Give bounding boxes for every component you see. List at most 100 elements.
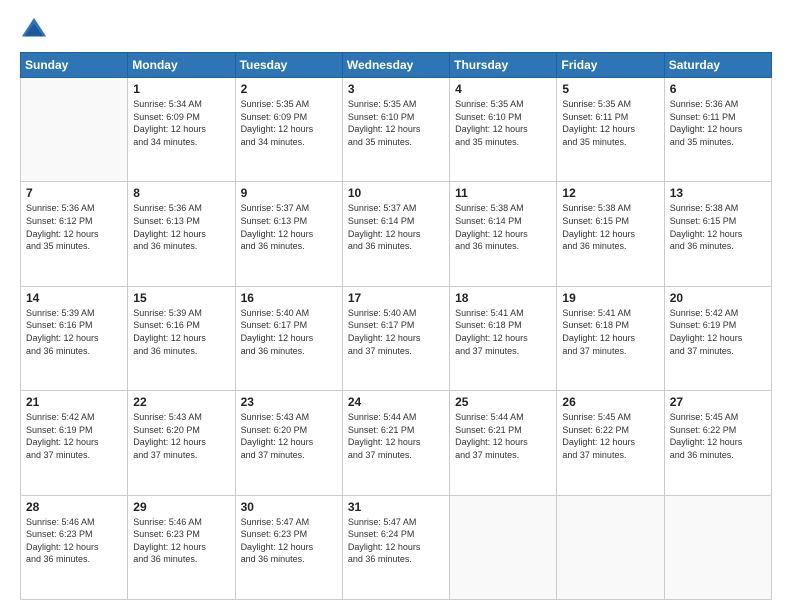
calendar-cell: 10 Sunrise: 5:37 AM Sunset: 6:14 PM Dayli…	[342, 182, 449, 286]
calendar-cell: 12 Sunrise: 5:38 AM Sunset: 6:15 PM Dayli…	[557, 182, 664, 286]
calendar-cell	[21, 78, 128, 182]
day-number: 20	[670, 291, 766, 305]
day-info: Sunrise: 5:38 AM Sunset: 6:15 PM Dayligh…	[562, 202, 658, 252]
calendar-cell: 9Sunrise: 5:37 AM Sunset: 6:13 PM Daylig…	[235, 182, 342, 286]
calendar-cell: 2Sunrise: 5:35 AM Sunset: 6:09 PM Daylig…	[235, 78, 342, 182]
calendar-cell: 7 Sunrise: 5:36 AM Sunset: 6:12 PM Daylig…	[21, 182, 128, 286]
day-info: Sunrise: 5:39 AM Sunset: 6:16 PM Dayligh…	[133, 307, 229, 357]
day-info: Sunrise: 5:46 AM Sunset: 6:23 PM Dayligh…	[26, 516, 122, 566]
day-number: 27	[670, 395, 766, 409]
calendar-cell	[557, 495, 664, 599]
day-number: 6	[670, 82, 766, 96]
weekday-header-row: SundayMondayTuesdayWednesdayThursdayFrid…	[21, 53, 772, 78]
calendar: SundayMondayTuesdayWednesdayThursdayFrid…	[20, 52, 772, 600]
day-info: Sunrise: 5:35 AM Sunset: 6:10 PM Dayligh…	[348, 98, 444, 148]
day-number: 4	[455, 82, 551, 96]
week-row-1: 1Sunrise: 5:34 AM Sunset: 6:09 PM Daylig…	[21, 78, 772, 182]
day-number: 9	[241, 186, 337, 200]
day-number: 12	[562, 186, 658, 200]
day-info: Sunrise: 5:42 AM Sunset: 6:19 PM Dayligh…	[26, 411, 122, 461]
calendar-cell: 24 Sunrise: 5:44 AM Sunset: 6:21 PM Dayli…	[342, 391, 449, 495]
calendar-cell: 8 Sunrise: 5:36 AM Sunset: 6:13 PM Daylig…	[128, 182, 235, 286]
day-number: 3	[348, 82, 444, 96]
day-info: Sunrise: 5:35 AM Sunset: 6:11 PM Dayligh…	[562, 98, 658, 148]
day-info: Sunrise: 5:47 AM Sunset: 6:24 PM Dayligh…	[348, 516, 444, 566]
day-info: Sunrise: 5:42 AM Sunset: 6:19 PM Dayligh…	[670, 307, 766, 357]
calendar-cell: 29 Sunrise: 5:46 AM Sunset: 6:23 PM Dayli…	[128, 495, 235, 599]
calendar-cell: 11 Sunrise: 5:38 AM Sunset: 6:14 PM Dayli…	[450, 182, 557, 286]
weekday-header-saturday: Saturday	[664, 53, 771, 78]
day-info: Sunrise: 5:36 AM Sunset: 6:11 PM Dayligh…	[670, 98, 766, 148]
weekday-header-wednesday: Wednesday	[342, 53, 449, 78]
day-number: 28	[26, 500, 122, 514]
day-number: 8	[133, 186, 229, 200]
calendar-cell: 14 Sunrise: 5:39 AM Sunset: 6:16 PM Dayli…	[21, 286, 128, 390]
calendar-cell: 15 Sunrise: 5:39 AM Sunset: 6:16 PM Dayli…	[128, 286, 235, 390]
day-number: 26	[562, 395, 658, 409]
day-number: 15	[133, 291, 229, 305]
day-info: Sunrise: 5:39 AM Sunset: 6:16 PM Dayligh…	[26, 307, 122, 357]
day-info: Sunrise: 5:43 AM Sunset: 6:20 PM Dayligh…	[241, 411, 337, 461]
day-info: Sunrise: 5:47 AM Sunset: 6:23 PM Dayligh…	[241, 516, 337, 566]
week-row-5: 28 Sunrise: 5:46 AM Sunset: 6:23 PM Dayli…	[21, 495, 772, 599]
day-info: Sunrise: 5:36 AM Sunset: 6:13 PM Dayligh…	[133, 202, 229, 252]
day-number: 18	[455, 291, 551, 305]
weekday-header-thursday: Thursday	[450, 53, 557, 78]
calendar-cell: 5 Sunrise: 5:35 AM Sunset: 6:11 PM Daylig…	[557, 78, 664, 182]
day-number: 22	[133, 395, 229, 409]
calendar-cell: 6 Sunrise: 5:36 AM Sunset: 6:11 PM Daylig…	[664, 78, 771, 182]
day-info: Sunrise: 5:40 AM Sunset: 6:17 PM Dayligh…	[241, 307, 337, 357]
calendar-cell: 1Sunrise: 5:34 AM Sunset: 6:09 PM Daylig…	[128, 78, 235, 182]
day-number: 25	[455, 395, 551, 409]
day-info: Sunrise: 5:41 AM Sunset: 6:18 PM Dayligh…	[455, 307, 551, 357]
day-info: Sunrise: 5:46 AM Sunset: 6:23 PM Dayligh…	[133, 516, 229, 566]
day-info: Sunrise: 5:45 AM Sunset: 6:22 PM Dayligh…	[670, 411, 766, 461]
calendar-cell: 30 Sunrise: 5:47 AM Sunset: 6:23 PM Dayli…	[235, 495, 342, 599]
day-info: Sunrise: 5:41 AM Sunset: 6:18 PM Dayligh…	[562, 307, 658, 357]
calendar-cell: 20 Sunrise: 5:42 AM Sunset: 6:19 PM Dayli…	[664, 286, 771, 390]
calendar-cell: 21Sunrise: 5:42 AM Sunset: 6:19 PM Dayli…	[21, 391, 128, 495]
day-number: 30	[241, 500, 337, 514]
day-info: Sunrise: 5:37 AM Sunset: 6:14 PM Dayligh…	[348, 202, 444, 252]
calendar-cell: 3 Sunrise: 5:35 AM Sunset: 6:10 PM Daylig…	[342, 78, 449, 182]
calendar-cell: 17 Sunrise: 5:40 AM Sunset: 6:17 PM Dayli…	[342, 286, 449, 390]
day-info: Sunrise: 5:44 AM Sunset: 6:21 PM Dayligh…	[348, 411, 444, 461]
calendar-cell: 26Sunrise: 5:45 AM Sunset: 6:22 PM Dayli…	[557, 391, 664, 495]
day-number: 7	[26, 186, 122, 200]
day-number: 24	[348, 395, 444, 409]
week-row-2: 7 Sunrise: 5:36 AM Sunset: 6:12 PM Daylig…	[21, 182, 772, 286]
day-info: Sunrise: 5:35 AM Sunset: 6:09 PM Dayligh…	[241, 98, 337, 148]
calendar-cell: 4 Sunrise: 5:35 AM Sunset: 6:10 PM Daylig…	[450, 78, 557, 182]
day-number: 23	[241, 395, 337, 409]
calendar-cell: 13 Sunrise: 5:38 AM Sunset: 6:15 PM Dayli…	[664, 182, 771, 286]
calendar-cell: 19 Sunrise: 5:41 AM Sunset: 6:18 PM Dayli…	[557, 286, 664, 390]
week-row-3: 14 Sunrise: 5:39 AM Sunset: 6:16 PM Dayli…	[21, 286, 772, 390]
day-info: Sunrise: 5:40 AM Sunset: 6:17 PM Dayligh…	[348, 307, 444, 357]
header	[20, 16, 772, 44]
calendar-cell: 25 Sunrise: 5:44 AM Sunset: 6:21 PM Dayli…	[450, 391, 557, 495]
day-number: 13	[670, 186, 766, 200]
page: SundayMondayTuesdayWednesdayThursdayFrid…	[0, 0, 792, 612]
day-info: Sunrise: 5:38 AM Sunset: 6:14 PM Dayligh…	[455, 202, 551, 252]
day-info: Sunrise: 5:35 AM Sunset: 6:10 PM Dayligh…	[455, 98, 551, 148]
weekday-header-tuesday: Tuesday	[235, 53, 342, 78]
calendar-cell: 31Sunrise: 5:47 AM Sunset: 6:24 PM Dayli…	[342, 495, 449, 599]
day-number: 5	[562, 82, 658, 96]
day-info: Sunrise: 5:44 AM Sunset: 6:21 PM Dayligh…	[455, 411, 551, 461]
week-row-4: 21Sunrise: 5:42 AM Sunset: 6:19 PM Dayli…	[21, 391, 772, 495]
calendar-cell	[450, 495, 557, 599]
weekday-header-monday: Monday	[128, 53, 235, 78]
calendar-cell: 28 Sunrise: 5:46 AM Sunset: 6:23 PM Dayli…	[21, 495, 128, 599]
day-number: 29	[133, 500, 229, 514]
day-number: 17	[348, 291, 444, 305]
day-info: Sunrise: 5:43 AM Sunset: 6:20 PM Dayligh…	[133, 411, 229, 461]
day-number: 19	[562, 291, 658, 305]
day-number: 11	[455, 186, 551, 200]
day-number: 10	[348, 186, 444, 200]
calendar-cell: 23 Sunrise: 5:43 AM Sunset: 6:20 PM Dayli…	[235, 391, 342, 495]
calendar-cell: 27 Sunrise: 5:45 AM Sunset: 6:22 PM Dayli…	[664, 391, 771, 495]
day-number: 14	[26, 291, 122, 305]
day-info: Sunrise: 5:36 AM Sunset: 6:12 PM Dayligh…	[26, 202, 122, 252]
weekday-header-friday: Friday	[557, 53, 664, 78]
day-info: Sunrise: 5:38 AM Sunset: 6:15 PM Dayligh…	[670, 202, 766, 252]
